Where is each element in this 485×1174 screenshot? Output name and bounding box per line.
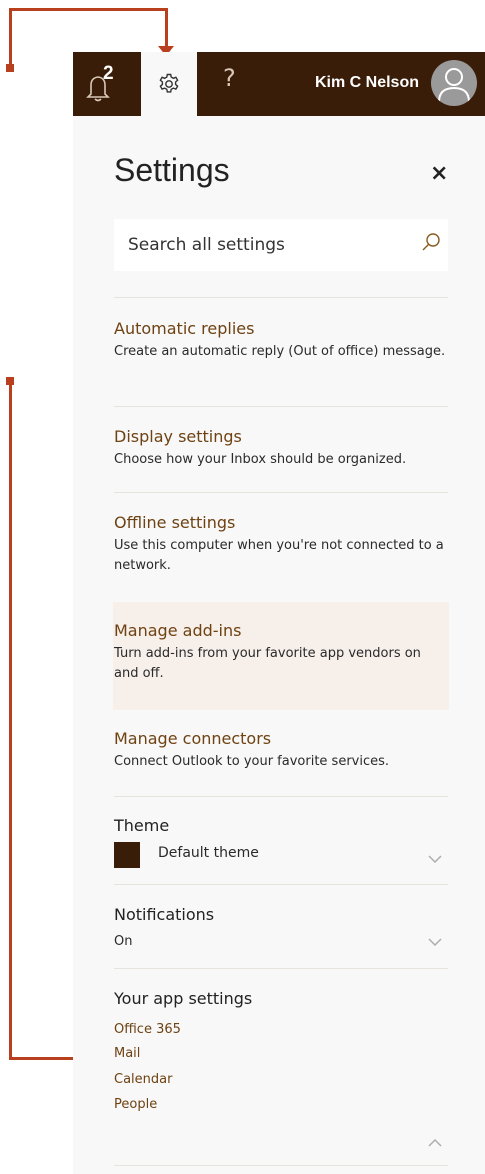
page-title: Settings (114, 152, 230, 188)
chevron-up-icon[interactable] (428, 1138, 442, 1148)
setting-title: Display settings (114, 427, 242, 446)
setting-description: Choose how your Inbox should be organize… (114, 452, 407, 467)
notification-count-badge: 2 (103, 63, 114, 84)
settings-gear-button[interactable] (141, 52, 197, 116)
top-bar: 2 ? Kim C Nelson (73, 52, 485, 116)
setting-title: Manage add-ins (114, 621, 242, 640)
divider (114, 884, 448, 885)
setting-offline-settings[interactable]: Offline settings Use this computer when … (114, 512, 448, 576)
setting-manage-connectors[interactable]: Manage connectors Connect Outlook to you… (114, 728, 448, 772)
setting-theme[interactable]: Theme (114, 815, 448, 837)
app-link-office-365[interactable]: Office 365 (114, 1022, 181, 1037)
app-link-calendar[interactable]: Calendar (114, 1072, 172, 1087)
chevron-down-icon[interactable] (428, 854, 442, 864)
divider (114, 297, 448, 298)
setting-manage-add-ins[interactable]: Manage add-ins Turn add-ins from your fa… (114, 620, 448, 684)
divider (114, 1165, 448, 1166)
search-icon[interactable] (420, 231, 442, 253)
divider (114, 492, 448, 493)
notifications-value: On (114, 934, 133, 949)
setting-description: Connect Outlook to your favorite service… (114, 754, 390, 769)
app-link-mail[interactable]: Mail (114, 1046, 140, 1061)
setting-description: Turn add-ins from your favorite app vend… (114, 646, 421, 681)
setting-description: Use this computer when you're not connec… (114, 538, 444, 573)
setting-title: Theme (114, 816, 170, 835)
divider (114, 796, 448, 797)
search-input[interactable]: Search all settings (114, 219, 448, 271)
theme-value: Default theme (158, 845, 259, 861)
setting-title: Manage connectors (114, 729, 272, 748)
setting-description: Create an automatic reply (Out of office… (114, 344, 446, 359)
annotation-line-top-horizontal (9, 8, 168, 11)
setting-title: Automatic replies (114, 319, 255, 338)
annotation-line-top-drop (165, 8, 168, 48)
setting-notifications[interactable]: Notifications On (114, 904, 448, 952)
close-icon[interactable]: × (430, 162, 448, 186)
setting-display-settings[interactable]: Display settings Choose how your Inbox s… (114, 426, 448, 470)
annotation-line-top-vertical (9, 8, 12, 68)
setting-title: Notifications (114, 905, 215, 924)
theme-swatch (114, 842, 140, 868)
annotation-line-bottom-vertical (9, 380, 12, 1060)
divider (114, 968, 448, 969)
help-icon[interactable]: ? (223, 64, 236, 92)
setting-automatic-replies[interactable]: Automatic replies Create an automatic re… (114, 318, 448, 362)
notifications-button[interactable]: 2 (85, 63, 125, 106)
gear-icon (159, 73, 179, 93)
chevron-down-icon[interactable] (428, 937, 442, 947)
setting-your-app-settings[interactable]: Your app settings (114, 988, 448, 1010)
app-link-people[interactable]: People (114, 1097, 157, 1112)
user-name[interactable]: Kim C Nelson (315, 74, 419, 92)
divider (114, 406, 448, 407)
search-placeholder: Search all settings (128, 235, 285, 255)
avatar-icon (438, 68, 470, 103)
avatar[interactable] (431, 60, 477, 106)
setting-title: Offline settings (114, 513, 236, 532)
setting-title: Your app settings (114, 989, 253, 1008)
